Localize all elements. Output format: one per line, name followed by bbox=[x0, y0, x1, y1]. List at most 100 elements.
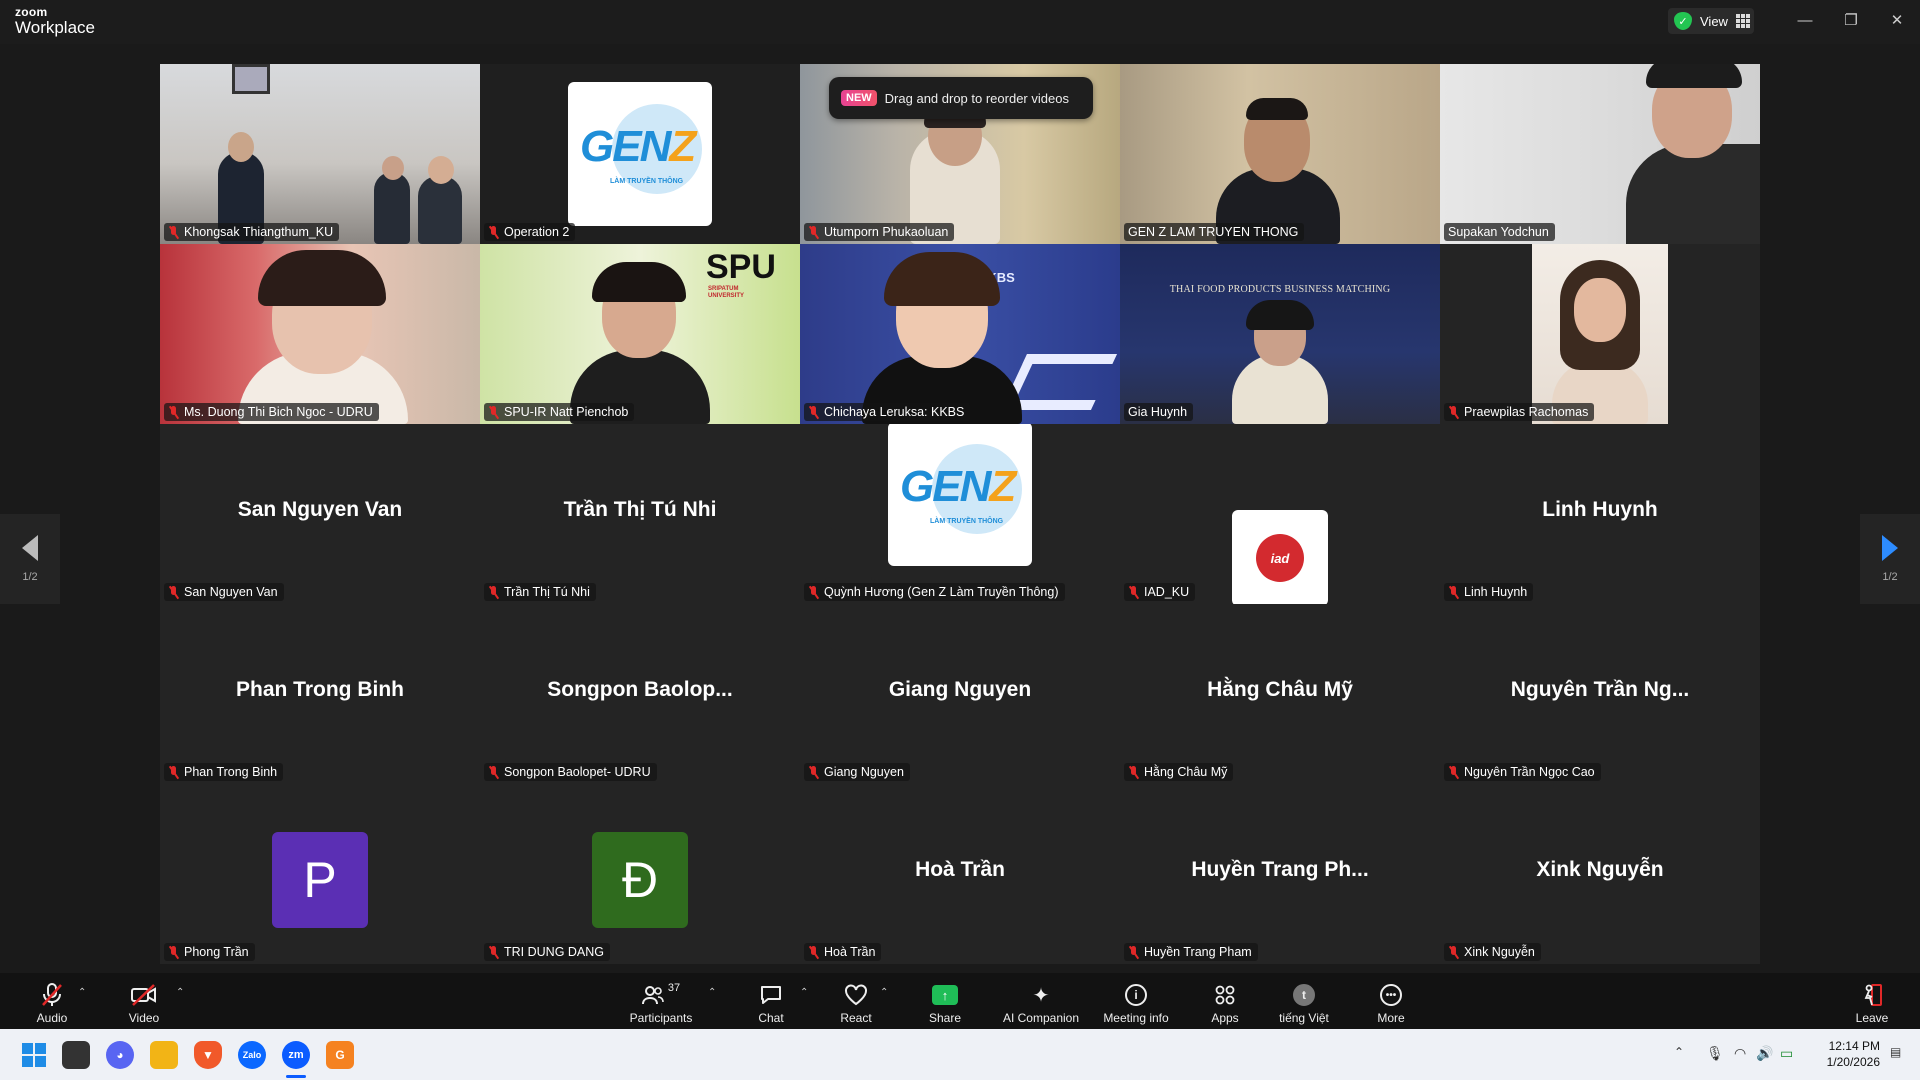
video-tile[interactable]: KKBS Chichaya Leruksa: KKBS bbox=[800, 244, 1120, 424]
share-button[interactable]: ↑ Share bbox=[928, 979, 962, 1025]
audio-button[interactable]: Audio bbox=[34, 979, 70, 1025]
view-button[interactable]: ✓ View bbox=[1668, 8, 1754, 34]
mic-muted-icon bbox=[168, 765, 180, 779]
participant-display-name: Hoà Trần bbox=[915, 858, 1005, 881]
participant-name-tag: Songpon Baolopet- UDRU bbox=[484, 763, 657, 781]
participant-name: Supakan Yodchun bbox=[1448, 225, 1549, 239]
mic-muted-icon bbox=[488, 225, 500, 239]
language-button[interactable]: t tiếng Việt bbox=[1274, 979, 1334, 1025]
audio-tile[interactable]: Songpon Baolop... Songpon Baolopet- UDRU bbox=[480, 604, 800, 784]
office-app-icon[interactable]: G bbox=[326, 1041, 354, 1069]
participant-display-name: San Nguyen Van bbox=[237, 498, 403, 521]
participant-display-name: Phan Trong Binh bbox=[236, 678, 404, 701]
person-hair bbox=[592, 262, 686, 302]
zalo-icon[interactable]: Zalo bbox=[238, 1041, 266, 1069]
chevron-up-icon[interactable]: ⌃ bbox=[1674, 1045, 1684, 1059]
audio-tile[interactable]: Phan Trong Binh Phan Trong Binh bbox=[160, 604, 480, 784]
participant-name-tag: SPU-IR Natt Pienchob bbox=[484, 403, 635, 421]
zoom-app-icon[interactable]: zm bbox=[282, 1041, 310, 1069]
notification-icon[interactable]: ▤ bbox=[1890, 1045, 1901, 1059]
brave-browser-icon[interactable]: ▼ bbox=[194, 1041, 222, 1069]
audio-tile[interactable]: Nguyên Trần Ng... Nguyên Trần Ngọc Cao bbox=[1440, 604, 1760, 784]
battery-icon[interactable]: ▭ bbox=[1780, 1045, 1793, 1062]
video-tile[interactable]: Supakan Yodchun bbox=[1440, 64, 1760, 244]
participant-name: Hoà Trần bbox=[824, 945, 876, 959]
meeting-info-label: Meeting info bbox=[1103, 1011, 1169, 1025]
zoom-workplace-logo: zoom Workplace bbox=[15, 6, 95, 36]
minimize-button[interactable]: — bbox=[1782, 0, 1828, 40]
more-button[interactable]: ••• More bbox=[1374, 979, 1408, 1025]
person-silhouette bbox=[418, 176, 462, 244]
avatar-initial: P bbox=[272, 832, 368, 928]
participant-name: Phan Trong Binh bbox=[184, 765, 278, 779]
participant-display-name: Songpon Baolop... bbox=[547, 678, 733, 701]
participant-name-tag: Gia Huynh bbox=[1124, 403, 1194, 421]
system-clock[interactable]: 12:14 PM 1/20/2026 bbox=[1812, 1038, 1880, 1070]
ai-companion-button[interactable]: ✦ AI Companion bbox=[1000, 979, 1082, 1026]
participants-button[interactable]: 37 Participants bbox=[626, 979, 696, 1025]
audio-tile[interactable]: P Phong Trần bbox=[160, 784, 480, 964]
video-tile[interactable]: THAI FOOD PRODUCTS BUSINESS MATCHING Gia… bbox=[1120, 244, 1440, 424]
previous-page-button[interactable]: 1/2 bbox=[0, 514, 60, 604]
participants-options-caret[interactable]: ⌃ bbox=[708, 987, 716, 998]
audio-tile[interactable]: Hoà Trần Hoà Trần bbox=[800, 784, 1120, 964]
video-tile[interactable]: Praewpilas Rachomas bbox=[1440, 244, 1760, 424]
participant-name: Nguyên Trần Ngọc Cao bbox=[1464, 765, 1595, 779]
reorder-tip-toast[interactable]: NEW Drag and drop to reorder videos bbox=[829, 77, 1093, 119]
audio-tile[interactable]: San Nguyen Van San Nguyen Van bbox=[160, 424, 480, 604]
audio-tile[interactable]: GENZ LÀM TRUYỀN THÔNG Quỳnh Hương (Gen Z… bbox=[800, 424, 1120, 604]
audio-tile[interactable]: Xink Nguyễn Xink Nguyễn bbox=[1440, 784, 1760, 964]
mic-muted-icon bbox=[808, 225, 820, 239]
participant-name: SPU-IR Natt Pienchob bbox=[504, 405, 629, 419]
participant-name: TRI DUNG DANG bbox=[504, 945, 604, 959]
genz-subtitle: LÀM TRUYỀN THÔNG bbox=[930, 518, 1004, 525]
meeting-info-button[interactable]: i Meeting info bbox=[1100, 979, 1172, 1025]
participant-name-tag: Utumporn Phukaoluan bbox=[804, 223, 955, 241]
spu-logo-text: SPU bbox=[706, 248, 776, 286]
restore-button[interactable]: ❐ bbox=[1828, 0, 1874, 40]
video-button[interactable]: Video bbox=[126, 979, 162, 1025]
language-icon: t bbox=[1293, 983, 1315, 1007]
video-tile[interactable]: Ms. Duong Thi Bich Ngoc - UDRU bbox=[160, 244, 480, 424]
react-options-caret[interactable]: ⌃ bbox=[880, 987, 888, 998]
person-hair bbox=[1646, 64, 1742, 88]
chat-label: Chat bbox=[758, 1011, 784, 1025]
share-screen-icon: ↑ bbox=[932, 983, 958, 1007]
audio-tile[interactable]: Hằng Châu Mỹ Hằng Châu Mỹ bbox=[1120, 604, 1440, 784]
clock-date: 1/20/2026 bbox=[1826, 1055, 1880, 1069]
audio-tile[interactable]: Linh Huynh Linh Huynh bbox=[1440, 424, 1760, 604]
spu-subtitle: SRIPATUM UNIVERSITY bbox=[708, 286, 745, 299]
wifi-icon[interactable]: ◠ bbox=[1734, 1045, 1746, 1062]
video-off-icon bbox=[130, 983, 158, 1007]
chevron-left-icon bbox=[22, 535, 38, 561]
next-page-button[interactable]: 1/2 bbox=[1860, 514, 1920, 604]
microphone-icon[interactable]: 🎙 bbox=[1706, 1045, 1724, 1062]
video-tile[interactable]: GENZ LÀM TRUYỀN THÔNG Operation 2 bbox=[480, 64, 800, 244]
audio-tile[interactable]: Đ TRI DUNG DANG bbox=[480, 784, 800, 964]
file-explorer-icon[interactable] bbox=[150, 1041, 178, 1069]
leave-button[interactable]: Leave bbox=[1856, 979, 1888, 1025]
audio-options-caret[interactable]: ⌃ bbox=[78, 987, 86, 998]
video-tile-active-speaker[interactable]: GEN Z LAM TRUYEN THONG bbox=[1120, 64, 1440, 244]
chat-button[interactable]: Chat bbox=[756, 979, 786, 1025]
audio-tile[interactable]: Huyền Trang Ph... Huyền Trang Pham bbox=[1120, 784, 1440, 964]
audio-tile[interactable]: Giang Nguyen Giang Nguyen bbox=[800, 604, 1120, 784]
video-options-caret[interactable]: ⌃ bbox=[176, 987, 184, 998]
task-view-icon[interactable] bbox=[62, 1041, 90, 1069]
sparkle-icon: ✦ bbox=[1032, 984, 1050, 1007]
windows-start-button[interactable] bbox=[20, 1041, 48, 1069]
participant-name: Praewpilas Rachomas bbox=[1464, 405, 1589, 419]
participant-name-tag: Khongsak Thiangthum_KU bbox=[164, 223, 340, 241]
apps-button[interactable]: Apps bbox=[1208, 979, 1242, 1025]
mic-muted-icon bbox=[168, 225, 180, 239]
chat-options-caret[interactable]: ⌃ bbox=[800, 987, 808, 998]
encryption-shield-icon[interactable]: ✓ bbox=[1674, 12, 1692, 30]
volume-icon[interactable]: 🔊 bbox=[1756, 1045, 1773, 1062]
react-button[interactable]: React bbox=[840, 979, 872, 1025]
video-tile[interactable]: Khongsak Thiangthum_KU bbox=[160, 64, 480, 244]
close-button[interactable]: ✕ bbox=[1874, 0, 1920, 40]
audio-tile[interactable]: Trần Thị Tú Nhi Trần Thị Tú Nhi bbox=[480, 424, 800, 604]
discord-icon[interactable]: ◕ bbox=[106, 1041, 134, 1069]
clock-time: 12:14 PM bbox=[1828, 1039, 1880, 1053]
video-tile[interactable]: SPU SRIPATUM UNIVERSITY SPU-IR Natt Pien… bbox=[480, 244, 800, 424]
